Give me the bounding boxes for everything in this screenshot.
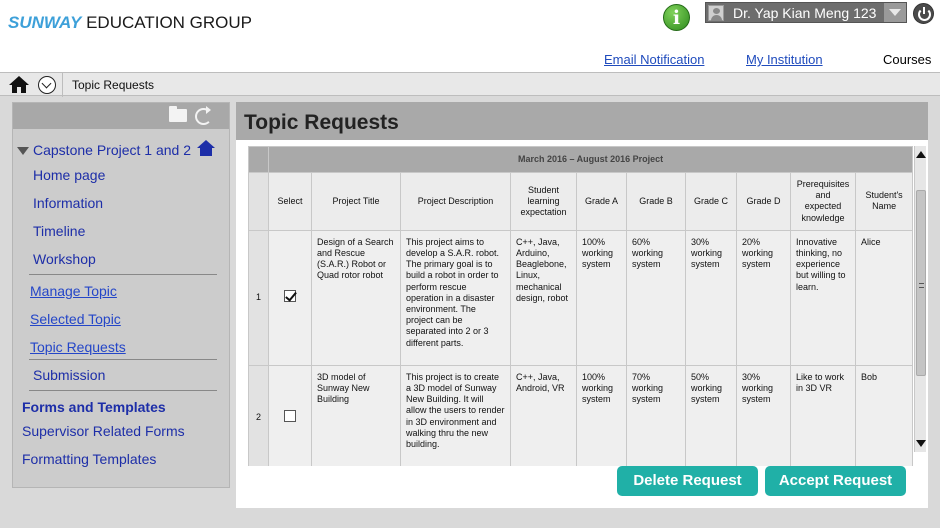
cell-grade-a: 100% working system bbox=[576, 229, 627, 366]
cell-description: This project aims to develop a S.A.R. ro… bbox=[400, 229, 511, 366]
chevron-down-icon[interactable] bbox=[884, 3, 906, 22]
brand-secondary: EDUCATION GROUP bbox=[86, 13, 253, 32]
cell-student-name: Alice bbox=[854, 229, 914, 366]
row-select-checkbox[interactable] bbox=[284, 409, 296, 422]
sidebar-item-workshop[interactable]: Workshop bbox=[33, 251, 96, 267]
main-header: Topic Requests bbox=[236, 102, 928, 140]
courses-link[interactable]: Courses bbox=[883, 52, 931, 67]
sidebar-item-formatting-templates[interactable]: Formatting Templates bbox=[22, 451, 156, 467]
collapse-triangle-icon[interactable] bbox=[17, 147, 29, 155]
table-row: 1 Design of a Search and Rescue (S.A.R.)… bbox=[248, 229, 914, 366]
column-header-expectation: Student learning expectation bbox=[510, 172, 577, 231]
course-home-icon[interactable] bbox=[197, 140, 215, 156]
grip-icon bbox=[919, 283, 924, 288]
brand-primary: SUNWAY bbox=[8, 13, 82, 32]
cell-grade-b: 70% working system bbox=[626, 364, 686, 466]
cell-title: 3D model of Sunway New Building bbox=[311, 364, 401, 466]
folder-icon[interactable] bbox=[169, 106, 187, 122]
row-index: 2 bbox=[248, 364, 269, 466]
breadcrumb-divider bbox=[62, 73, 63, 97]
cell-expectation: C++, Java, Arduino, Beaglebone, Linux, m… bbox=[510, 229, 577, 366]
sidebar-forms-heading[interactable]: Forms and Templates bbox=[22, 399, 166, 415]
refresh-icon[interactable] bbox=[195, 106, 212, 125]
sidebar-item-information[interactable]: Information bbox=[33, 195, 103, 211]
sidebar-course-title[interactable]: Capstone Project 1 and 2 bbox=[33, 142, 191, 158]
cell-prerequisites: Innovative thinking, no experience but w… bbox=[790, 229, 856, 366]
cell-description: This project is to create a 3D model of … bbox=[400, 364, 511, 466]
row-index-header bbox=[248, 172, 269, 231]
email-notification-link[interactable]: Email Notification bbox=[604, 52, 704, 67]
row-index: 1 bbox=[248, 229, 269, 366]
table-corner-cell bbox=[248, 146, 269, 173]
sidebar-divider bbox=[29, 274, 217, 275]
sidebar-divider bbox=[29, 390, 217, 391]
sidebar-header bbox=[13, 103, 229, 129]
scroll-up-icon[interactable] bbox=[916, 148, 926, 160]
delete-request-button[interactable]: Delete Request bbox=[617, 466, 758, 496]
table-period-row: March 2016 – August 2016 Project bbox=[248, 146, 914, 173]
table-scrollbar[interactable] bbox=[914, 146, 926, 452]
cell-grade-c: 50% working system bbox=[685, 364, 737, 466]
cell-grade-a: 100% working system bbox=[576, 364, 627, 466]
requests-table-container: March 2016 – August 2016 Project Select … bbox=[248, 146, 925, 466]
home-icon-door bbox=[17, 87, 21, 93]
cell-prerequisites: Like to work in 3D VR bbox=[790, 364, 856, 466]
column-header-select: Select bbox=[268, 172, 312, 231]
info-icon[interactable]: i bbox=[663, 4, 690, 31]
my-institution-link[interactable]: My Institution bbox=[746, 52, 823, 67]
table-period-header: March 2016 – August 2016 Project bbox=[267, 146, 914, 173]
column-header-student-name: Student's Name bbox=[854, 172, 914, 231]
requests-table: March 2016 – August 2016 Project Select … bbox=[248, 146, 914, 466]
row-select-cell bbox=[268, 364, 312, 466]
avatar-icon bbox=[708, 5, 724, 21]
sidebar-item-submission[interactable]: Submission bbox=[33, 367, 105, 383]
sidebar-item-timeline[interactable]: Timeline bbox=[33, 223, 85, 239]
cell-expectation: C++, Java, Android, VR bbox=[510, 364, 577, 466]
cell-grade-d: 30% working system bbox=[736, 364, 791, 466]
column-header-title: Project Title bbox=[311, 172, 401, 231]
cell-grade-c: 30% working system bbox=[685, 229, 737, 366]
user-name: Dr. Yap Kian Meng 123 bbox=[733, 5, 877, 21]
user-menu[interactable]: Dr. Yap Kian Meng 123 bbox=[705, 2, 907, 23]
cell-grade-d: 20% working system bbox=[736, 229, 791, 366]
table-row: 2 3D model of Sunway New Building This p… bbox=[248, 364, 914, 466]
column-header-grade-b: Grade B bbox=[626, 172, 686, 231]
cell-student-name: Bob bbox=[854, 364, 914, 466]
breadcrumb: Topic Requests bbox=[0, 72, 940, 97]
column-header-prerequisites: Prerequisites and expected knowledge bbox=[790, 172, 856, 231]
column-header-grade-d: Grade D bbox=[736, 172, 791, 231]
sidebar: Capstone Project 1 and 2 Home page Infor… bbox=[12, 102, 230, 488]
accept-request-button[interactable]: Accept Request bbox=[765, 466, 906, 496]
scroll-thumb[interactable] bbox=[916, 190, 926, 376]
cell-grade-b: 60% working system bbox=[626, 229, 686, 366]
scroll-down-icon[interactable] bbox=[916, 438, 926, 450]
sidebar-item-topic-requests[interactable]: Topic Requests bbox=[30, 339, 126, 355]
brand-logo[interactable]: SUNWAY EDUCATION GROUP bbox=[8, 13, 252, 33]
column-header-description: Project Description bbox=[400, 172, 511, 231]
top-bar: SUNWAY EDUCATION GROUP i Dr. Yap Kian Me… bbox=[0, 0, 940, 72]
power-icon[interactable] bbox=[913, 3, 934, 24]
sidebar-item-supervisor-forms[interactable]: Supervisor Related Forms bbox=[22, 423, 185, 439]
table-header-row: Select Project Title Project Description… bbox=[248, 172, 914, 231]
sidebar-divider bbox=[29, 359, 217, 360]
cell-title: Design of a Search and Rescue (S.A.R.) R… bbox=[311, 229, 401, 366]
breadcrumb-current: Topic Requests bbox=[72, 78, 155, 92]
column-header-grade-a: Grade A bbox=[576, 172, 627, 231]
sidebar-item-selected-topic[interactable]: Selected Topic bbox=[30, 311, 121, 327]
expand-menu-icon[interactable] bbox=[38, 76, 56, 94]
sidebar-item-home-page[interactable]: Home page bbox=[33, 167, 105, 183]
page-title: Topic Requests bbox=[244, 111, 399, 134]
row-select-cell bbox=[268, 229, 312, 366]
column-header-grade-c: Grade C bbox=[685, 172, 737, 231]
main-panel: Topic Requests March 2016 – August 2016 … bbox=[236, 102, 928, 508]
row-select-checkbox[interactable] bbox=[284, 290, 296, 303]
sidebar-item-manage-topic[interactable]: Manage Topic bbox=[30, 283, 117, 299]
